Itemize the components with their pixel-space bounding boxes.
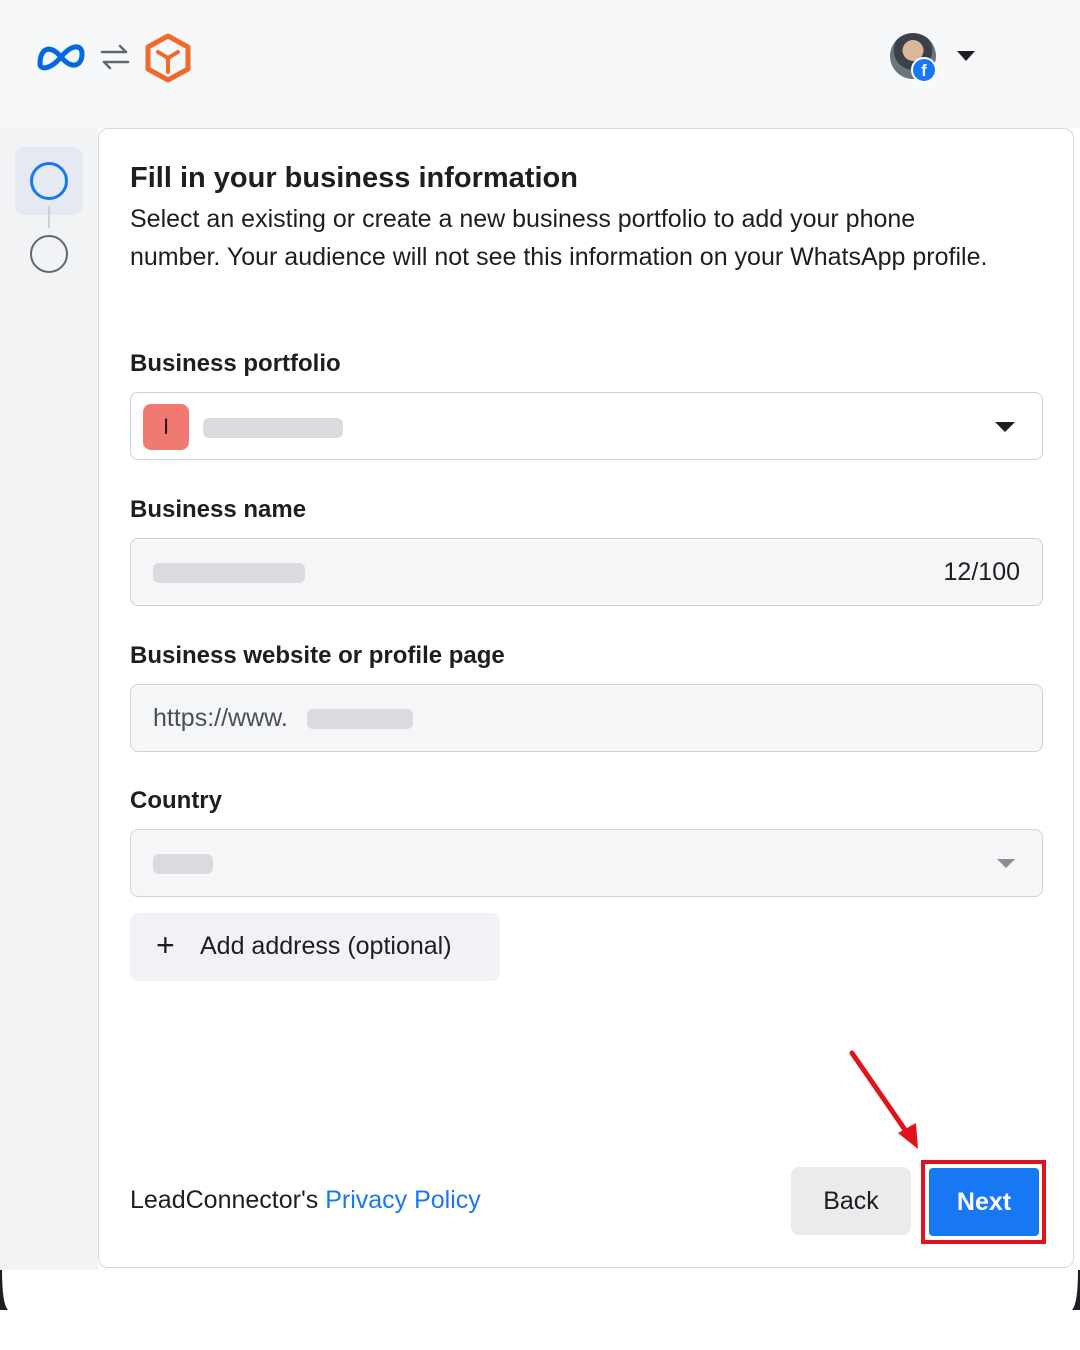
page-title: Fill in your business information — [130, 162, 578, 194]
account-menu-caret-icon[interactable] — [957, 51, 975, 61]
leadconnector-logo-icon — [145, 33, 191, 83]
privacy-policy-link[interactable]: Privacy Policy — [325, 1186, 481, 1214]
swap-arrows-icon — [100, 44, 130, 70]
redacted-country — [153, 854, 213, 874]
chevron-down-icon — [995, 422, 1015, 432]
business-name-input[interactable]: 12/100 — [130, 538, 1043, 606]
privacy-notice: LeadConnector's Privacy Policy — [130, 1186, 481, 1215]
business-portfolio-label: Business portfolio — [130, 350, 341, 377]
add-address-label: Add address (optional) — [200, 932, 452, 960]
business-name-label: Business name — [130, 496, 307, 523]
privacy-prefix: LeadConnector's — [130, 1186, 326, 1214]
business-website-input[interactable]: https://www. — [130, 684, 1043, 752]
bottom-edge — [0, 1270, 1080, 1310]
step-2-indicator[interactable] — [30, 235, 68, 273]
plus-icon: + — [156, 927, 175, 963]
country-select[interactable] — [130, 829, 1043, 897]
business-portfolio-select[interactable]: I — [130, 392, 1043, 460]
page-description: Select an existing or create a new busin… — [130, 205, 988, 271]
stepper-rail — [0, 128, 98, 1270]
redacted-website — [307, 709, 413, 729]
back-button[interactable]: Back — [791, 1167, 911, 1235]
business-website-label: Business website or profile page — [130, 642, 505, 669]
next-button[interactable]: Next — [929, 1168, 1039, 1236]
country-label: Country — [130, 787, 222, 814]
top-bar: f — [0, 0, 1080, 128]
chevron-down-icon — [997, 859, 1015, 868]
meta-logo-icon — [37, 44, 85, 71]
character-counter: 12/100 — [943, 558, 1020, 586]
add-address-button[interactable]: + Add address (optional) — [130, 913, 500, 981]
redacted-portfolio-name — [203, 418, 343, 438]
redacted-business-name — [153, 563, 305, 583]
annotation-arrow-icon — [849, 1050, 918, 1149]
step-connector — [48, 206, 50, 228]
website-value: https://www. — [153, 704, 288, 732]
step-1-indicator[interactable] — [30, 162, 68, 200]
portfolio-avatar: I — [143, 404, 189, 450]
facebook-badge-icon: f — [911, 57, 937, 83]
